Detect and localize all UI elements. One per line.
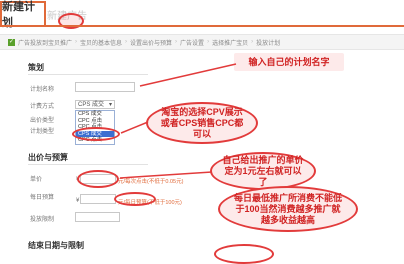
end-section-title: 结束日期与限制 bbox=[28, 241, 84, 250]
plan-name-callout: 输入自己的计划名字 bbox=[234, 53, 344, 71]
bid-section-divider bbox=[28, 164, 148, 165]
charge-mode-value: CPS 成交 bbox=[78, 102, 105, 108]
step-separator: › bbox=[251, 39, 254, 45]
charge-mode-callout: 淘宝的选择CPV展示或者CPS销售CPC都可以 bbox=[146, 102, 258, 144]
charge-mode-select[interactable]: CPS 成交 ▾ bbox=[75, 100, 115, 109]
plan-type-label: 计划类型 bbox=[30, 129, 55, 135]
charge-mode-label: 计费方式 bbox=[30, 104, 55, 110]
step-3: 设置出价与预算 bbox=[130, 40, 173, 47]
check-icon: ✓ bbox=[8, 38, 15, 46]
daily-budget-prefix: ¥ bbox=[76, 198, 80, 204]
bid-section-title: 出价与预算 bbox=[28, 153, 68, 162]
budget-hint-annotation-circle bbox=[114, 192, 156, 206]
unit-price-callout: 自己给出推广的单价定为1元左右就可以了 bbox=[210, 152, 316, 190]
step-2: 宝贝的基本信息 bbox=[80, 40, 123, 47]
basic-section-divider bbox=[28, 74, 148, 75]
step-4: 广告设置 bbox=[180, 40, 205, 47]
step-1: 广告投放到宝贝推广 bbox=[18, 40, 73, 47]
dropdown-annotation-circle bbox=[72, 127, 120, 141]
steps-breadcrumb: ✓ 广告投放到宝贝推广 › 宝贝的基本信息 › 设置出价与预算 › 广告设置 › 选择推… bbox=[0, 34, 404, 50]
tab-underline bbox=[0, 25, 404, 27]
unit-price-callout-text: 自己给出推广的单价定为1元左右就可以了 bbox=[222, 154, 304, 187]
unit-price-hint: 元/每次点击(不低于0.05元) bbox=[118, 179, 184, 185]
target-limit-input[interactable] bbox=[75, 212, 120, 222]
step-separator: › bbox=[125, 39, 128, 45]
tab-new-plan[interactable]: 新建计划 bbox=[0, 1, 46, 29]
unit-price-label: 单价 bbox=[30, 177, 43, 183]
budget-callout: 每日最低推广所消费不能低于100当然消费越多推广就越多收益越高 bbox=[218, 186, 358, 232]
plan-name-input[interactable] bbox=[75, 82, 135, 92]
bottom-annotation-circle bbox=[214, 244, 274, 264]
bid-type-label: 出价类型 bbox=[30, 118, 55, 124]
arrow-plan-name bbox=[139, 63, 237, 87]
arrow-charge-mode bbox=[120, 121, 149, 134]
daily-budget-label: 每日预算 bbox=[30, 195, 55, 201]
unit-price-annotation-circle bbox=[77, 170, 119, 188]
plan-name-label: 计划名称 bbox=[30, 87, 55, 93]
chevron-down-icon: ▾ bbox=[108, 102, 112, 108]
plan-name-callout-text: 输入自己的计划名字 bbox=[248, 56, 330, 67]
step-separator: › bbox=[175, 39, 178, 45]
step-6: 投放计划 bbox=[256, 40, 281, 47]
step-separator: › bbox=[75, 39, 78, 45]
basic-section-title: 策划 bbox=[28, 63, 44, 72]
step-5: 选择推广宝贝 bbox=[212, 40, 249, 47]
step-separator: › bbox=[207, 39, 210, 45]
budget-callout-text: 每日最低推广所消费不能低于100当然消费越多推广就越多收益越高 bbox=[233, 192, 342, 225]
charge-mode-callout-text: 淘宝的选择CPV展示或者CPS销售CPC都可以 bbox=[160, 106, 244, 139]
daily-budget-input[interactable] bbox=[80, 194, 116, 204]
target-limit-label: 投放限制 bbox=[30, 217, 55, 223]
